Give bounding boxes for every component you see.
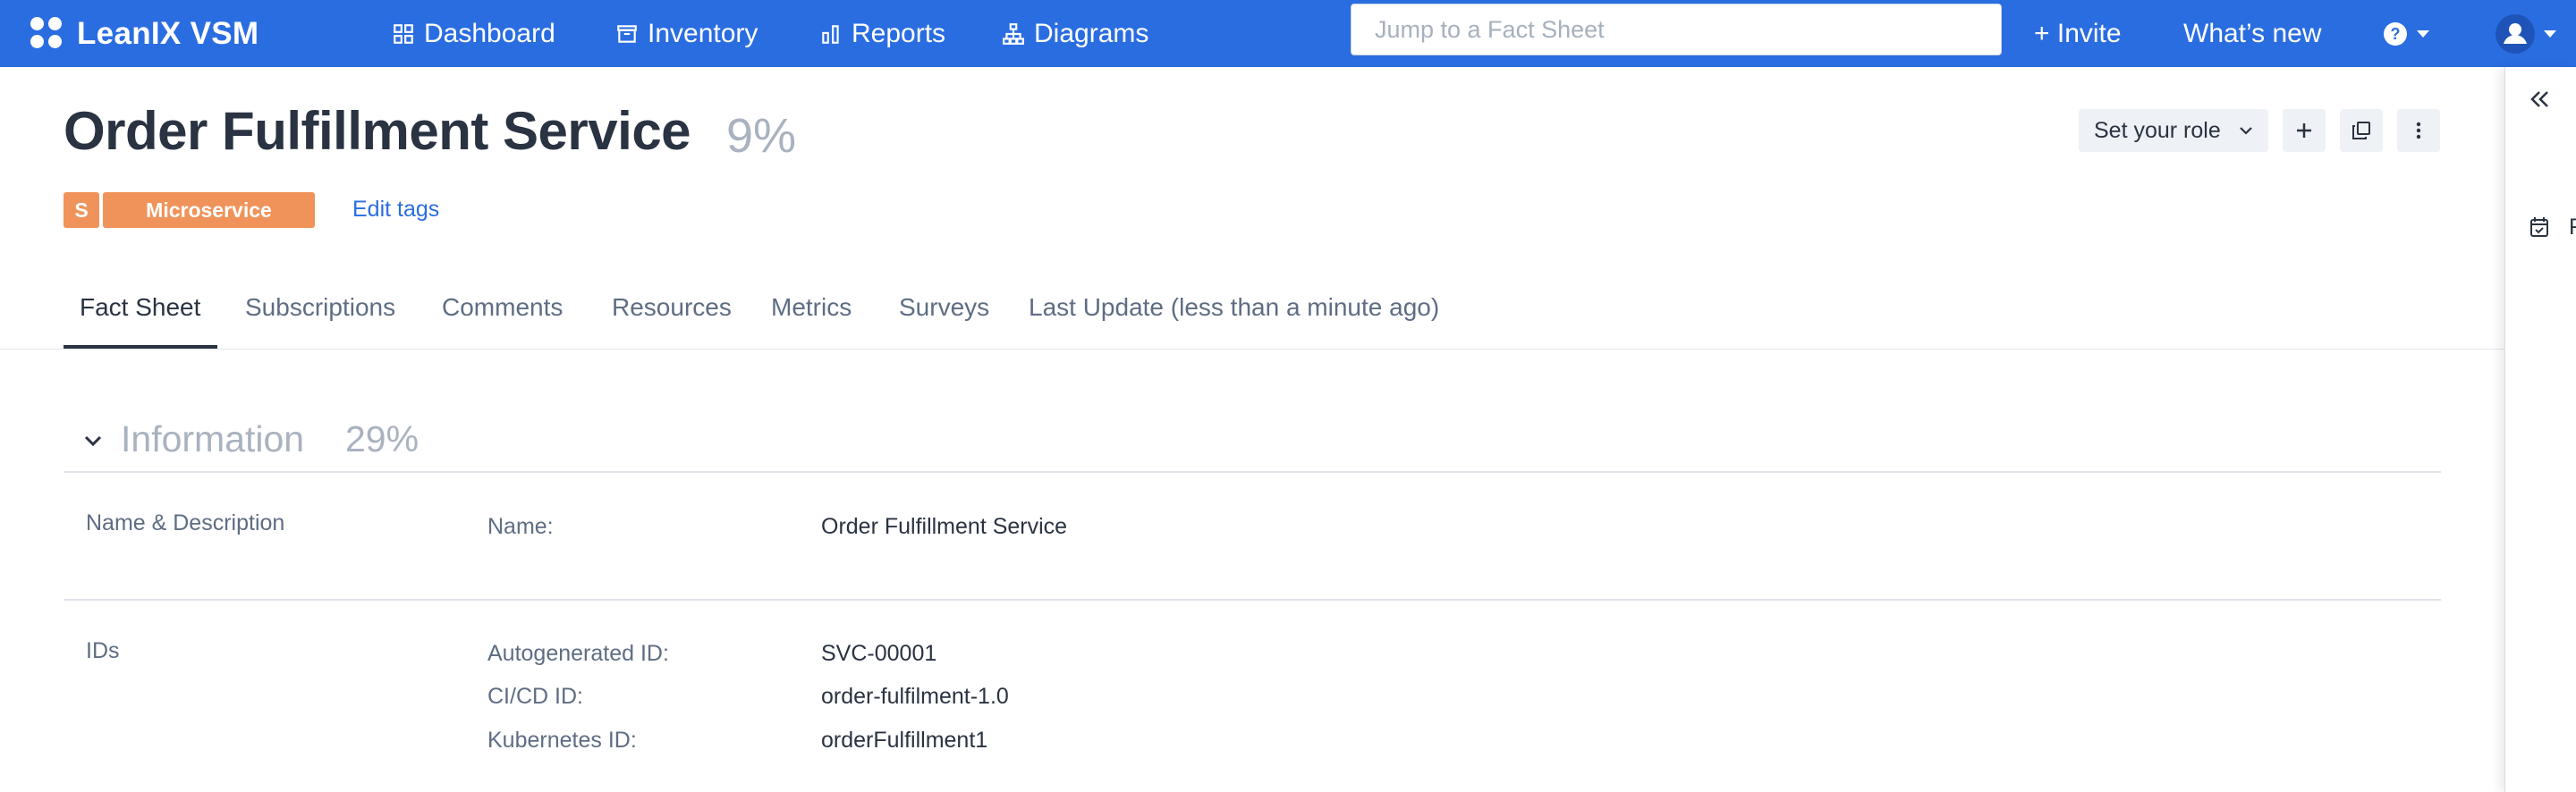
copy-icon [2352, 122, 2370, 139]
user-menu-button[interactable] [2496, 13, 2556, 55]
tab-fact-sheet[interactable]: Fact Sheet [80, 293, 200, 322]
fact-sheet-search-input[interactable] [1352, 4, 2001, 55]
nav-diagrams[interactable]: Diagrams [1002, 13, 1148, 55]
kubernetes-id-label: Kubernetes ID: [487, 728, 637, 753]
help-caret-icon [2417, 30, 2429, 38]
section-completion: 29% [345, 418, 419, 459]
tab-metrics[interactable]: Metrics [771, 293, 852, 322]
nav-dashboard-label: Dashboard [424, 19, 555, 48]
leanix-logo-icon [30, 17, 64, 51]
tab-resources[interactable]: Resources [612, 293, 732, 322]
whats-new-label: What’s new [2183, 19, 2322, 48]
side-panel-item-label: F [2569, 215, 2576, 240]
set-role-dropdown[interactable]: Set your role [2079, 109, 2268, 152]
fact-sheet-type-tag: Microservice [103, 192, 315, 228]
edit-tags-link[interactable]: Edit tags [352, 197, 439, 223]
ids-label: IDs [86, 638, 120, 663]
set-role-label: Set your role [2094, 117, 2221, 143]
name-description-label: Name & Description [86, 510, 285, 535]
copy-button[interactable] [2340, 109, 2383, 152]
svg-text:?: ? [2391, 25, 2401, 43]
double-chevron-left-icon[interactable] [2528, 88, 2551, 111]
row-divider [64, 599, 2441, 601]
diagrams-sitemap-icon [1003, 23, 1024, 45]
name-field-value[interactable]: Order Fulfillment Service [821, 514, 1067, 540]
tab-last-update[interactable]: Last Update (less than a minute ago) [1029, 293, 1439, 322]
question-circle-icon: ? [2384, 22, 2407, 46]
plus-icon [2297, 123, 2311, 138]
add-button[interactable] [2283, 109, 2326, 152]
app-logo[interactable]: LeanIX VSM [30, 13, 258, 55]
invite-button[interactable]: + Invite [2034, 13, 2122, 55]
more-options-button[interactable] [2397, 109, 2440, 152]
section-collapse-chevron-icon[interactable] [82, 433, 104, 449]
inventory-box-icon [617, 25, 637, 43]
vertical-dots-icon [2416, 122, 2421, 139]
tab-surveys[interactable]: Surveys [899, 293, 989, 322]
tabs-divider [0, 349, 2504, 350]
autogenerated-id-label: Autogenerated ID: [487, 641, 669, 666]
name-field-label: Name: [487, 514, 554, 539]
fact-sheet-search[interactable] [1351, 4, 2002, 55]
help-menu-button[interactable]: ? [2383, 13, 2429, 55]
autogenerated-id-value[interactable]: SVC-00001 [821, 641, 936, 667]
nav-dashboard[interactable]: Dashboard [392, 13, 555, 55]
chevron-down-icon [2240, 127, 2252, 135]
right-side-panel [2504, 67, 2576, 792]
nav-inventory-label: Inventory [648, 19, 758, 48]
calendar-check-icon[interactable] [2529, 215, 2550, 239]
nav-reports-label: Reports [852, 19, 946, 48]
section-divider [64, 471, 2441, 473]
active-tab-indicator [64, 345, 217, 349]
kubernetes-id-value[interactable]: orderFulfillment1 [821, 728, 987, 754]
nav-diagrams-label: Diagrams [1034, 19, 1149, 48]
user-caret-icon [2544, 30, 2556, 38]
app-name: LeanIX VSM [77, 16, 259, 51]
tab-comments[interactable]: Comments [442, 293, 563, 322]
reports-bar-chart-icon [822, 25, 839, 44]
nav-reports[interactable]: Reports [819, 13, 945, 55]
top-navigation-bar: LeanIX VSM Dashboard Inventory Reports D… [0, 0, 2576, 67]
cicd-id-label: CI/CD ID: [487, 684, 583, 709]
invite-label: + Invite [2034, 19, 2122, 48]
section-title-information[interactable]: Information [121, 418, 304, 460]
nav-inventory[interactable]: Inventory [615, 13, 758, 55]
whats-new-button[interactable]: What’s new [2183, 13, 2322, 55]
dashboard-grid-icon [394, 24, 413, 44]
fact-sheet-type-badge: S [64, 192, 99, 228]
page-title: Order Fulfillment Service [64, 101, 691, 161]
completion-percentage: 9% [726, 109, 797, 163]
user-avatar-icon [2496, 14, 2535, 54]
tab-subscriptions[interactable]: Subscriptions [245, 293, 395, 322]
cicd-id-value[interactable]: order-fulfilment-1.0 [821, 684, 1009, 710]
